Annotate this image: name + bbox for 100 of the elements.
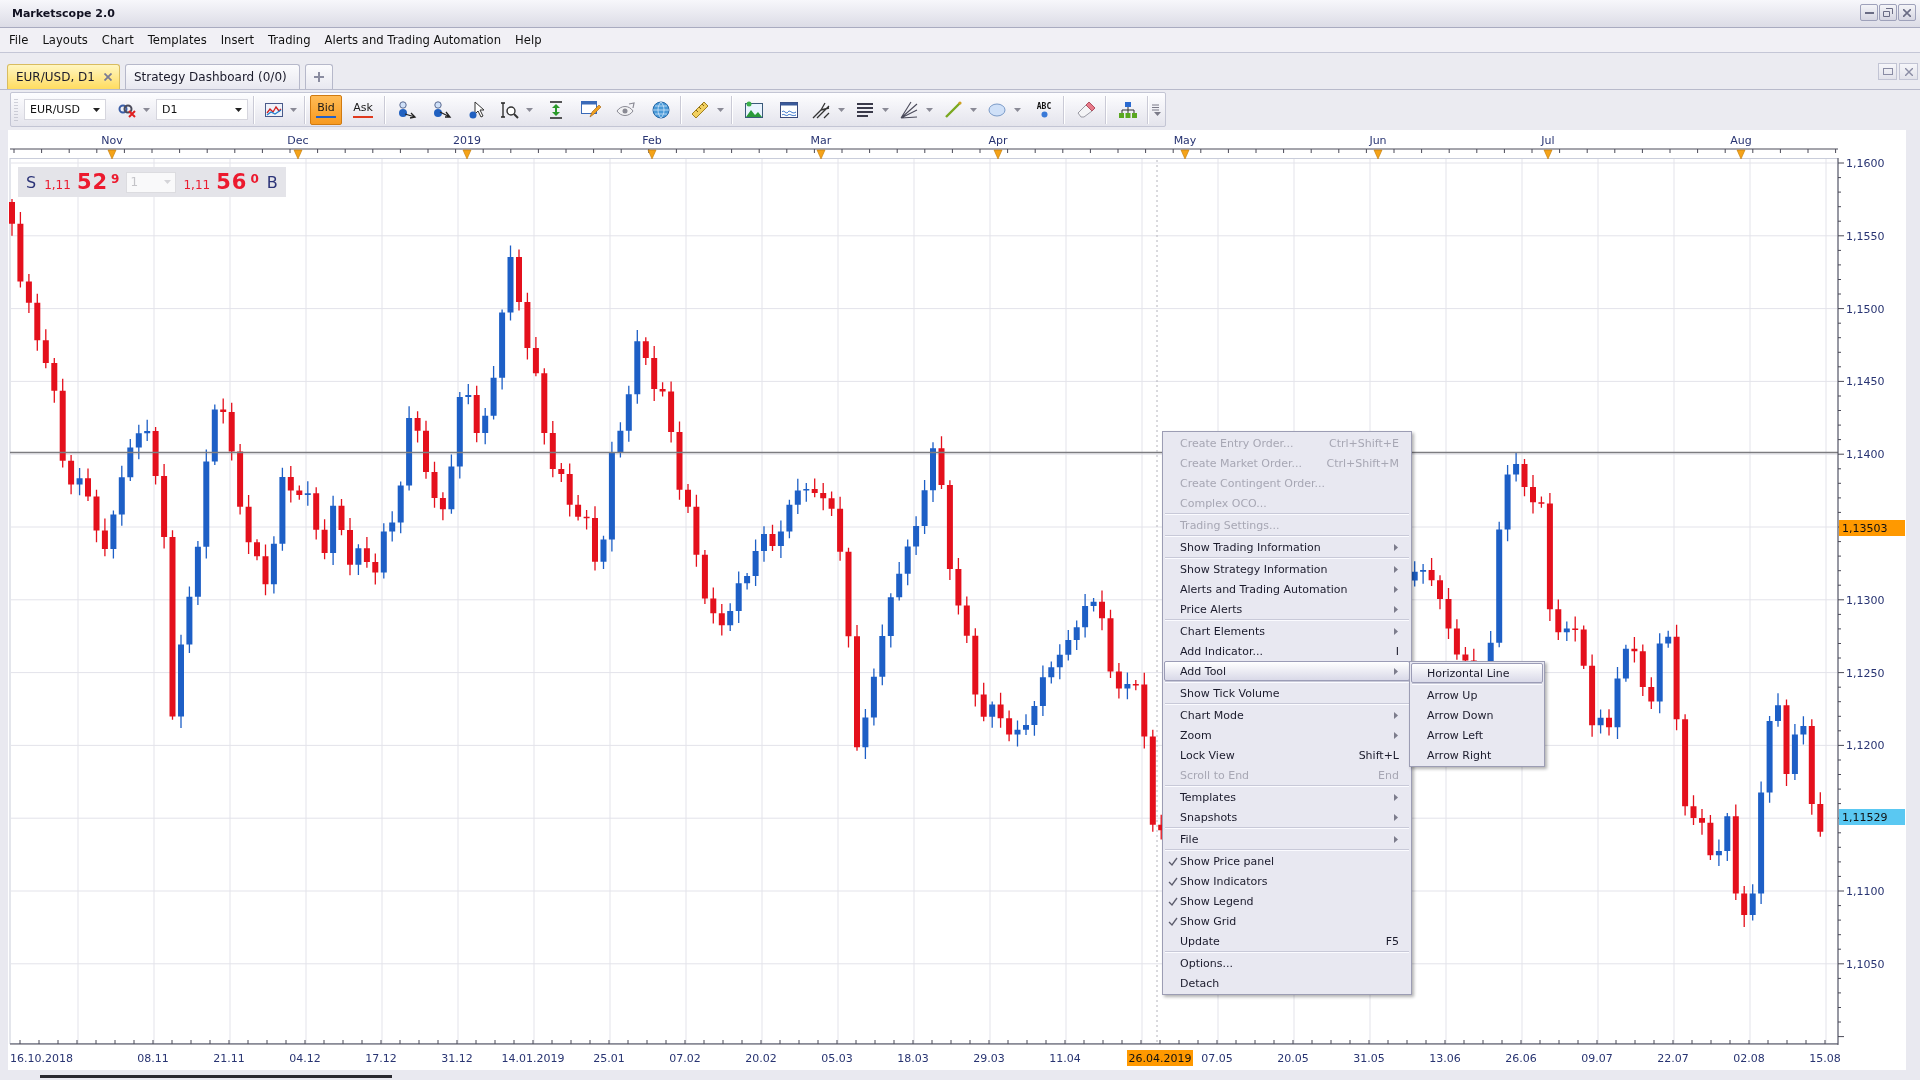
menu-item[interactable]: Templates — [140, 31, 214, 49]
menu-item[interactable]: Horizontal Line — [1411, 663, 1543, 683]
menu-item[interactable]: Alerts and Trading Automation — [317, 31, 509, 49]
month-label: Apr — [988, 134, 1008, 147]
menu-item[interactable]: Lock View Shift+L — [1164, 745, 1410, 765]
month-label: Jun — [1369, 134, 1387, 147]
month-label: Feb — [642, 134, 662, 147]
date-label: 04.12 — [289, 1052, 321, 1065]
buy-label: B — [265, 172, 279, 192]
menu-item[interactable]: Insert — [213, 31, 261, 49]
fan-lines-icon — [900, 100, 918, 119]
horizontal-scrollbar[interactable] — [40, 1075, 392, 1078]
date-label: 18.03 — [897, 1052, 929, 1065]
person-arrow-icon — [397, 100, 417, 119]
toolbar-grip[interactable] — [14, 97, 18, 122]
submenu-arrow-icon — [1394, 813, 1398, 821]
caret-icon — [143, 107, 150, 112]
close-button[interactable] — [1898, 4, 1916, 21]
menu-item[interactable]: Snapshots — [1164, 807, 1410, 827]
close-button[interactable] — [1899, 63, 1918, 80]
caret-icon — [1014, 107, 1021, 112]
submenu-arrow-icon — [1394, 605, 1398, 613]
date-label: 20.02 — [745, 1052, 777, 1065]
menu-item[interactable]: Layouts — [35, 31, 95, 49]
date-label: 08.11 — [137, 1052, 169, 1065]
minimize-button[interactable] — [1860, 4, 1878, 21]
month-marker-icon — [647, 149, 657, 160]
date-label: 02.08 — [1733, 1052, 1765, 1065]
date-label: 16.10.2018 — [10, 1052, 73, 1065]
tab[interactable]: Strategy Dashboard (0/0) — [124, 64, 300, 89]
price-label: 1,1050 — [1846, 957, 1885, 971]
price-label: 1,1500 — [1846, 302, 1885, 316]
date-label: 31.12 — [441, 1052, 473, 1065]
menu-item[interactable]: Price Alerts — [1164, 599, 1410, 619]
menu-item[interactable]: Show Indicators — [1164, 871, 1410, 891]
text-tool-button[interactable]: ABC — [1030, 96, 1058, 123]
submenu-arrow-icon — [1394, 731, 1398, 739]
submenu-arrow-icon — [1394, 835, 1398, 843]
month-marker-icon — [107, 149, 117, 160]
date-label: 05.03 — [821, 1052, 853, 1065]
date-label: 29.03 — [973, 1052, 1005, 1065]
horizontal-lines-icon — [856, 101, 874, 118]
menu-item[interactable]: Chart Mode — [1164, 705, 1410, 725]
sell-label: S — [25, 172, 38, 192]
month-label: Mar — [810, 134, 832, 147]
menu-item[interactable]: Arrow Left — [1411, 725, 1543, 745]
chart-window-icon — [780, 100, 798, 119]
date-label: 26.06 — [1505, 1052, 1537, 1065]
price-side-toggle[interactable]: Bid — [310, 94, 342, 125]
close-icon — [1904, 67, 1913, 76]
shortcut-label: Ctrl+Shift+E — [1329, 436, 1399, 450]
shortcut-label: I — [1395, 644, 1399, 658]
submenu-arrow-icon — [1394, 711, 1398, 719]
menu-item[interactable]: Options... — [1164, 953, 1410, 973]
menu-item[interactable]: Arrow Right — [1411, 745, 1543, 765]
dot-icon — [1040, 110, 1048, 118]
menu-item[interactable]: File — [2, 31, 36, 49]
menu-item[interactable]: Help — [508, 31, 549, 49]
menu-item[interactable]: Templates — [1164, 787, 1410, 807]
date-label: 15.08 — [1809, 1052, 1841, 1065]
line-icon — [944, 100, 962, 119]
menu-item[interactable]: File — [1164, 829, 1410, 849]
price-label: 1,1300 — [1846, 593, 1885, 607]
price-side-toggle[interactable]: Ask — [347, 94, 379, 125]
timeframe-dropdown[interactable]: D1 — [156, 99, 248, 120]
menu-item[interactable]: Show Strategy Information — [1164, 559, 1410, 579]
menu-item[interactable]: Update F5 — [1164, 931, 1410, 951]
month-marker-icon — [1543, 149, 1553, 160]
menu-item[interactable]: Show Trading Information — [1164, 537, 1410, 557]
caret-icon — [235, 107, 242, 112]
price-label: 1,1100 — [1846, 885, 1885, 898]
menu-item[interactable]: Chart — [94, 31, 141, 49]
menu-item[interactable]: Show Legend — [1164, 891, 1410, 911]
new-tab-button[interactable] — [304, 64, 333, 89]
menu-item[interactable]: Add Indicator... I — [1164, 641, 1410, 661]
restore-button[interactable] — [1879, 4, 1897, 21]
submenu-arrow-icon — [1394, 793, 1398, 801]
menu-item[interactable]: Show Tick Volume — [1164, 683, 1410, 703]
maximize-button[interactable] — [1878, 63, 1897, 80]
menu-item[interactable]: Alerts and Trading Automation — [1164, 579, 1410, 599]
vertical-arrows-icon — [548, 100, 564, 119]
close-icon — [1903, 8, 1911, 17]
month-label: Nov — [101, 134, 123, 147]
menu-item[interactable]: Chart Elements — [1164, 621, 1410, 641]
menu-item[interactable]: Zoom — [1164, 725, 1410, 745]
symbol-dropdown[interactable]: EUR/USD — [24, 99, 106, 120]
menu-item[interactable]: Add Tool — [1164, 661, 1410, 681]
menu-item[interactable]: Detach — [1164, 973, 1410, 993]
caret-icon — [970, 107, 977, 112]
menu-item[interactable]: Show Price panel — [1164, 851, 1410, 871]
close-icon[interactable] — [103, 73, 112, 81]
tab[interactable]: EUR/USD, D1 — [7, 64, 120, 89]
menu-item[interactable]: Show Grid — [1164, 911, 1410, 931]
date-label: 25.01 — [593, 1052, 625, 1065]
month-label: Jul — [1541, 134, 1555, 147]
menu-item[interactable]: Arrow Down — [1411, 705, 1543, 725]
check-icon — [1167, 876, 1178, 886]
menu-item[interactable]: Arrow Up — [1411, 685, 1543, 705]
menu-item[interactable]: Trading — [260, 31, 318, 49]
date-label: 21.11 — [213, 1052, 245, 1065]
